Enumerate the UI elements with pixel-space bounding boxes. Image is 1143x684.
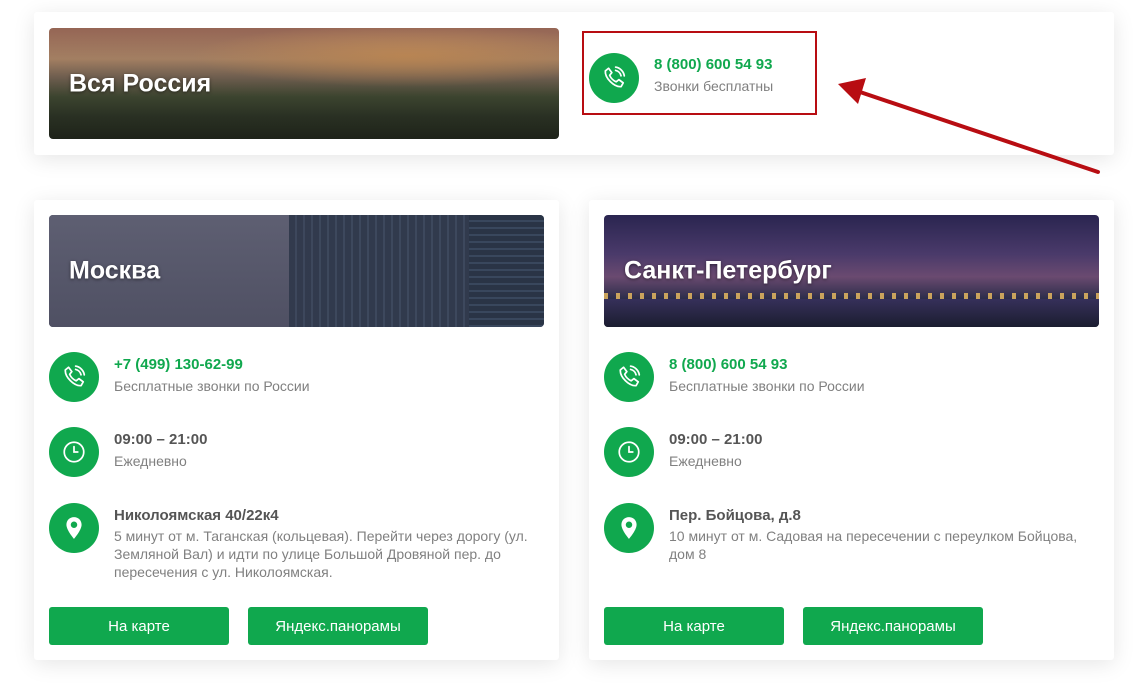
office-address: Николоямская 40/22к4 [114,507,279,524]
banner-title: Санкт-Петербург [624,256,832,285]
hours-info: 09:00 – 21:00 Ежедневно [114,431,207,470]
spb-banner: Санкт-Петербург [604,215,1099,327]
map-button[interactable]: На карте [604,607,784,645]
hotline-phone[interactable]: 8 (800) 600 54 93 [654,56,773,73]
address-note: 5 минут от м. Таганская (кольцевая). Пер… [114,528,528,580]
phone-icon [604,352,654,402]
office-hours: 09:00 – 21:00 [114,431,208,448]
phone-icon [49,352,99,402]
hours-note: Ежедневно [114,453,187,469]
address-info: Николоямская 40/22к4 5 минут от м. Таган… [114,507,544,581]
banner-title: Вся Россия [69,69,212,97]
office-address: Пер. Бойцова, д.8 [669,507,801,524]
moscow-banner: Москва [49,215,544,327]
pointer-arrow [838,78,1100,174]
hotline-note: Звонки бесплатны [654,78,774,94]
office-hours: 09:00 – 21:00 [669,431,763,448]
office-phone[interactable]: +7 (499) 130-62-99 [114,356,310,373]
phone-note: Бесплатные звонки по России [669,378,865,394]
location-pin-icon [49,503,99,553]
office-card-spb: Санкт-Петербург 8 (800) 600 54 93 Беспла… [589,200,1114,660]
map-button[interactable]: На карте [49,607,229,645]
clock-icon [604,427,654,477]
hotline-info: 8 (800) 600 54 93 Звонки бесплатны [654,56,773,95]
office-card-moscow: Москва +7 (499) 130-62-99 Бесплатные зво… [34,200,559,660]
panorama-button[interactable]: Яндекс.панорамы [248,607,428,645]
hours-note: Ежедневно [669,453,742,469]
clock-icon [49,427,99,477]
hours-info: 09:00 – 21:00 Ежедневно [669,431,762,470]
phone-note: Бесплатные звонки по России [114,378,310,394]
russia-banner: Вся Россия [49,28,559,139]
address-info: Пер. Бойцова, д.8 10 минут от м. Садовая… [669,507,1099,563]
location-pin-icon [604,503,654,553]
phone-info: 8 (800) 600 54 93 Бесплатные звонки по Р… [669,356,865,395]
phone-icon [589,53,639,103]
phone-info: +7 (499) 130-62-99 Бесплатные звонки по … [114,356,310,395]
office-phone[interactable]: 8 (800) 600 54 93 [669,356,865,373]
panorama-button[interactable]: Яндекс.панорамы [803,607,983,645]
banner-title: Москва [69,256,161,285]
address-note: 10 минут от м. Садовая на пересечении с … [669,528,1078,562]
